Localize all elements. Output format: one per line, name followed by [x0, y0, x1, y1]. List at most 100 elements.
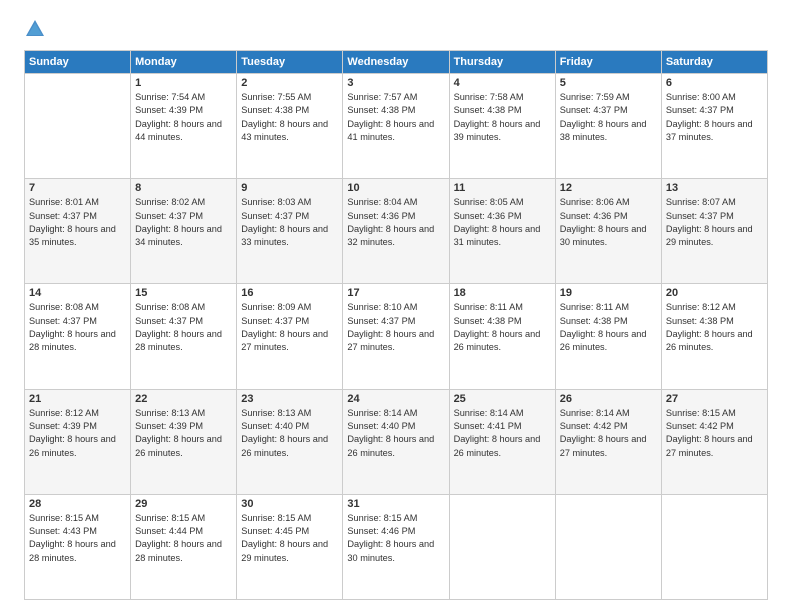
calendar-cell: 10 Sunrise: 8:04 AMSunset: 4:36 PMDayligh… [343, 179, 449, 284]
day-number: 4 [454, 77, 551, 89]
weekday-header-tuesday: Tuesday [237, 51, 343, 74]
day-info: Sunrise: 8:13 AMSunset: 4:40 PMDaylight:… [241, 407, 338, 460]
day-number: 14 [29, 287, 126, 299]
day-number: 8 [135, 182, 232, 194]
day-number: 16 [241, 287, 338, 299]
calendar-cell: 4 Sunrise: 7:58 AMSunset: 4:38 PMDaylight… [449, 74, 555, 179]
calendar-cell: 1 Sunrise: 7:54 AMSunset: 4:39 PMDaylight… [131, 74, 237, 179]
day-info: Sunrise: 8:15 AMSunset: 4:44 PMDaylight:… [135, 512, 232, 565]
logo [24, 18, 48, 40]
day-info: Sunrise: 8:09 AMSunset: 4:37 PMDaylight:… [241, 301, 338, 354]
day-info: Sunrise: 8:07 AMSunset: 4:37 PMDaylight:… [666, 196, 763, 249]
calendar-cell: 19 Sunrise: 8:11 AMSunset: 4:38 PMDayligh… [555, 284, 661, 389]
calendar-cell: 21Sunrise: 8:12 AMSunset: 4:39 PMDayligh… [25, 389, 131, 494]
calendar-cell: 15 Sunrise: 8:08 AMSunset: 4:37 PMDayligh… [131, 284, 237, 389]
day-info: Sunrise: 8:08 AMSunset: 4:37 PMDaylight:… [135, 301, 232, 354]
calendar-cell [661, 494, 767, 599]
calendar-cell: 14 Sunrise: 8:08 AMSunset: 4:37 PMDayligh… [25, 284, 131, 389]
calendar-week-row: 28 Sunrise: 8:15 AMSunset: 4:43 PMDayligh… [25, 494, 768, 599]
calendar-cell: 31 Sunrise: 8:15 AMSunset: 4:46 PMDayligh… [343, 494, 449, 599]
day-info: Sunrise: 7:54 AMSunset: 4:39 PMDaylight:… [135, 91, 232, 144]
calendar-cell: 16 Sunrise: 8:09 AMSunset: 4:37 PMDayligh… [237, 284, 343, 389]
day-number: 22 [135, 393, 232, 405]
calendar-cell: 28 Sunrise: 8:15 AMSunset: 4:43 PMDayligh… [25, 494, 131, 599]
day-info: Sunrise: 8:02 AMSunset: 4:37 PMDaylight:… [135, 196, 232, 249]
day-info: Sunrise: 8:11 AMSunset: 4:38 PMDaylight:… [560, 301, 657, 354]
calendar-cell: 3 Sunrise: 7:57 AMSunset: 4:38 PMDaylight… [343, 74, 449, 179]
weekday-header-row: SundayMondayTuesdayWednesdayThursdayFrid… [25, 51, 768, 74]
day-number: 23 [241, 393, 338, 405]
day-info: Sunrise: 7:57 AMSunset: 4:38 PMDaylight:… [347, 91, 444, 144]
day-info: Sunrise: 8:15 AMSunset: 4:43 PMDaylight:… [29, 512, 126, 565]
calendar-cell: 23 Sunrise: 8:13 AMSunset: 4:40 PMDayligh… [237, 389, 343, 494]
weekday-header-wednesday: Wednesday [343, 51, 449, 74]
calendar-week-row: 14 Sunrise: 8:08 AMSunset: 4:37 PMDayligh… [25, 284, 768, 389]
day-info: Sunrise: 8:01 AMSunset: 4:37 PMDaylight:… [29, 196, 126, 249]
calendar-cell: 20 Sunrise: 8:12 AMSunset: 4:38 PMDayligh… [661, 284, 767, 389]
day-number: 17 [347, 287, 444, 299]
calendar-cell: 25Sunrise: 8:14 AMSunset: 4:41 PMDayligh… [449, 389, 555, 494]
calendar-cell: 12 Sunrise: 8:06 AMSunset: 4:36 PMDayligh… [555, 179, 661, 284]
calendar-cell [449, 494, 555, 599]
calendar-cell: 26Sunrise: 8:14 AMSunset: 4:42 PMDayligh… [555, 389, 661, 494]
day-info: Sunrise: 7:58 AMSunset: 4:38 PMDaylight:… [454, 91, 551, 144]
calendar-cell: 11 Sunrise: 8:05 AMSunset: 4:36 PMDayligh… [449, 179, 555, 284]
day-info: Sunrise: 8:06 AMSunset: 4:36 PMDaylight:… [560, 196, 657, 249]
day-info: Sunrise: 8:15 AMSunset: 4:42 PMDaylight:… [666, 407, 763, 460]
day-info: Sunrise: 8:08 AMSunset: 4:37 PMDaylight:… [29, 301, 126, 354]
day-number: 20 [666, 287, 763, 299]
day-info: Sunrise: 8:00 AMSunset: 4:37 PMDaylight:… [666, 91, 763, 144]
calendar-cell: 22Sunrise: 8:13 AMSunset: 4:39 PMDayligh… [131, 389, 237, 494]
day-number: 19 [560, 287, 657, 299]
logo-icon [24, 18, 46, 40]
day-number: 28 [29, 498, 126, 510]
calendar-page: SundayMondayTuesdayWednesdayThursdayFrid… [0, 0, 792, 612]
day-number: 3 [347, 77, 444, 89]
day-number: 10 [347, 182, 444, 194]
day-info: Sunrise: 8:14 AMSunset: 4:40 PMDaylight:… [347, 407, 444, 460]
weekday-header-sunday: Sunday [25, 51, 131, 74]
weekday-header-friday: Friday [555, 51, 661, 74]
day-number: 12 [560, 182, 657, 194]
day-info: Sunrise: 8:05 AMSunset: 4:36 PMDaylight:… [454, 196, 551, 249]
day-number: 7 [29, 182, 126, 194]
day-info: Sunrise: 8:10 AMSunset: 4:37 PMDaylight:… [347, 301, 444, 354]
day-number: 5 [560, 77, 657, 89]
day-number: 24 [347, 393, 444, 405]
day-number: 26 [560, 393, 657, 405]
day-info: Sunrise: 8:15 AMSunset: 4:45 PMDaylight:… [241, 512, 338, 565]
day-number: 15 [135, 287, 232, 299]
day-info: Sunrise: 7:59 AMSunset: 4:37 PMDaylight:… [560, 91, 657, 144]
calendar-table: SundayMondayTuesdayWednesdayThursdayFrid… [24, 50, 768, 600]
day-info: Sunrise: 8:11 AMSunset: 4:38 PMDaylight:… [454, 301, 551, 354]
calendar-cell: 29 Sunrise: 8:15 AMSunset: 4:44 PMDayligh… [131, 494, 237, 599]
calendar-cell [555, 494, 661, 599]
header [24, 18, 768, 40]
calendar-cell: 7 Sunrise: 8:01 AMSunset: 4:37 PMDaylight… [25, 179, 131, 284]
day-number: 1 [135, 77, 232, 89]
calendar-cell: 9Sunrise: 8:03 AMSunset: 4:37 PMDaylight… [237, 179, 343, 284]
day-info: Sunrise: 8:15 AMSunset: 4:46 PMDaylight:… [347, 512, 444, 565]
day-info: Sunrise: 8:12 AMSunset: 4:38 PMDaylight:… [666, 301, 763, 354]
day-number: 31 [347, 498, 444, 510]
calendar-cell: 5 Sunrise: 7:59 AMSunset: 4:37 PMDaylight… [555, 74, 661, 179]
day-number: 29 [135, 498, 232, 510]
day-number: 13 [666, 182, 763, 194]
day-info: Sunrise: 8:14 AMSunset: 4:41 PMDaylight:… [454, 407, 551, 460]
weekday-header-monday: Monday [131, 51, 237, 74]
day-number: 11 [454, 182, 551, 194]
day-number: 27 [666, 393, 763, 405]
calendar-cell: 13 Sunrise: 8:07 AMSunset: 4:37 PMDayligh… [661, 179, 767, 284]
calendar-cell: 2Sunrise: 7:55 AMSunset: 4:38 PMDaylight… [237, 74, 343, 179]
day-number: 18 [454, 287, 551, 299]
calendar-cell: 27 Sunrise: 8:15 AMSunset: 4:42 PMDayligh… [661, 389, 767, 494]
calendar-cell: 17 Sunrise: 8:10 AMSunset: 4:37 PMDayligh… [343, 284, 449, 389]
day-number: 6 [666, 77, 763, 89]
calendar-week-row: 7 Sunrise: 8:01 AMSunset: 4:37 PMDaylight… [25, 179, 768, 284]
weekday-header-saturday: Saturday [661, 51, 767, 74]
day-info: Sunrise: 8:04 AMSunset: 4:36 PMDaylight:… [347, 196, 444, 249]
day-number: 30 [241, 498, 338, 510]
calendar-cell: 8 Sunrise: 8:02 AMSunset: 4:37 PMDaylight… [131, 179, 237, 284]
calendar-cell [25, 74, 131, 179]
calendar-cell: 24 Sunrise: 8:14 AMSunset: 4:40 PMDayligh… [343, 389, 449, 494]
